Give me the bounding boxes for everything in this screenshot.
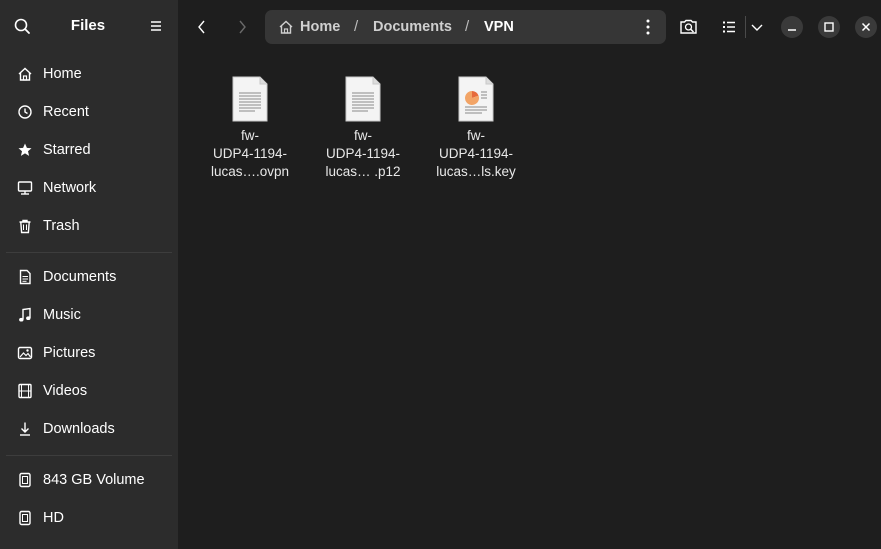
breadcrumb-home[interactable]: Home (300, 19, 340, 35)
close-button[interactable] (855, 16, 877, 38)
sidebar-item-label: Home (43, 66, 82, 82)
sidebar-item-videos[interactable]: Videos (6, 374, 172, 408)
download-icon (17, 421, 33, 437)
sidebar-item-pictures[interactable]: Pictures (6, 336, 172, 370)
key-file-icon (456, 76, 496, 122)
breadcrumb-vpn[interactable]: VPN (484, 19, 514, 35)
sidebar-item-label: Videos (43, 383, 88, 399)
search-folder-icon (674, 19, 704, 46)
minimize-button[interactable] (781, 16, 803, 38)
drive-icon (17, 510, 33, 526)
home-icon (17, 66, 33, 82)
maximize-icon (818, 22, 840, 42)
chevron-right-icon (227, 20, 257, 46)
sidebar-item-label: 843 GB Volume (43, 472, 145, 488)
sidebar-item-downloads[interactable]: Downloads (6, 412, 172, 446)
sidebar-item-network[interactable]: Network (6, 171, 172, 205)
video-icon (17, 383, 33, 399)
sidebar-header: Files (0, 0, 178, 54)
sidebar-item-label: Network (43, 180, 97, 196)
file-name: fw- UDP4-1194- lucas….ovpn (210, 128, 290, 179)
sidebar-item-music[interactable]: Music (6, 298, 172, 332)
view-list-button[interactable] (714, 12, 744, 42)
drive-icon (17, 472, 33, 488)
chevron-left-icon (187, 20, 217, 46)
sidebar-item-trash[interactable]: Trash (6, 209, 172, 243)
view-options-button[interactable] (742, 12, 772, 42)
forward-button[interactable] (227, 12, 257, 42)
text-file-icon (230, 76, 270, 122)
star-icon (17, 142, 33, 158)
file-manager-window: Files Home Recent Starred Network Trash (0, 0, 881, 549)
picture-icon (17, 345, 33, 361)
sidebar-separator (6, 455, 172, 456)
home-icon (278, 19, 294, 40)
music-icon (17, 307, 33, 323)
close-icon (855, 22, 877, 42)
sidebar-item-recent[interactable]: Recent (6, 95, 172, 129)
search-files-button[interactable] (674, 12, 704, 42)
sidebar-item-label: Pictures (43, 345, 96, 361)
sidebar-item-hd[interactable]: HD (6, 501, 172, 535)
document-icon (17, 269, 33, 285)
sidebar-item-label: Documents (43, 269, 117, 285)
breadcrumb-documents[interactable]: Documents (373, 19, 452, 35)
text-file-icon (343, 76, 383, 122)
sidebar-separator (6, 252, 172, 253)
file-name: fw- UDP4-1194- lucas… .p12 (325, 128, 401, 179)
chevron-down-icon (742, 24, 772, 46)
hamburger-menu-icon[interactable] (145, 15, 167, 37)
pathbar: Home / Documents / VPN (265, 10, 666, 44)
search-icon[interactable] (11, 15, 33, 37)
network-icon (17, 180, 33, 196)
breadcrumb-separator: / (354, 18, 359, 35)
app-title: Files (70, 17, 106, 34)
sidebar-item-label: Trash (43, 218, 80, 234)
vertical-dots-icon (639, 19, 657, 41)
sidebar-item-documents[interactable]: Documents (6, 260, 172, 294)
sidebar-item-home[interactable]: Home (6, 57, 172, 91)
clock-icon (17, 104, 33, 120)
sidebar-item-label: Starred (43, 142, 91, 158)
minimize-icon (781, 25, 803, 42)
trash-icon (17, 218, 33, 234)
sidebar-item-label: HD (43, 510, 64, 526)
sidebar-item-label: Recent (43, 104, 89, 120)
sidebar-item-starred[interactable]: Starred (6, 133, 172, 167)
back-button[interactable] (187, 12, 217, 42)
file-name: fw- UDP4-1194- lucas…ls.key (436, 128, 516, 179)
breadcrumb-separator: / (465, 18, 470, 35)
sidebar-item-volume[interactable]: 843 GB Volume (6, 463, 172, 497)
list-view-icon (714, 21, 744, 46)
path-menu-button[interactable] (639, 17, 657, 37)
maximize-button[interactable] (818, 16, 840, 38)
sidebar: Files Home Recent Starred Network Trash (0, 0, 178, 549)
file-item[interactable]: fw- UDP4-1194- lucas….ovpn (200, 72, 300, 192)
file-item[interactable]: fw- UDP4-1194- lucas…ls.key (426, 72, 526, 192)
file-item[interactable]: fw- UDP4-1194- lucas… .p12 (313, 72, 413, 192)
sidebar-item-label: Music (43, 307, 81, 323)
sidebar-item-label: Downloads (43, 421, 115, 437)
